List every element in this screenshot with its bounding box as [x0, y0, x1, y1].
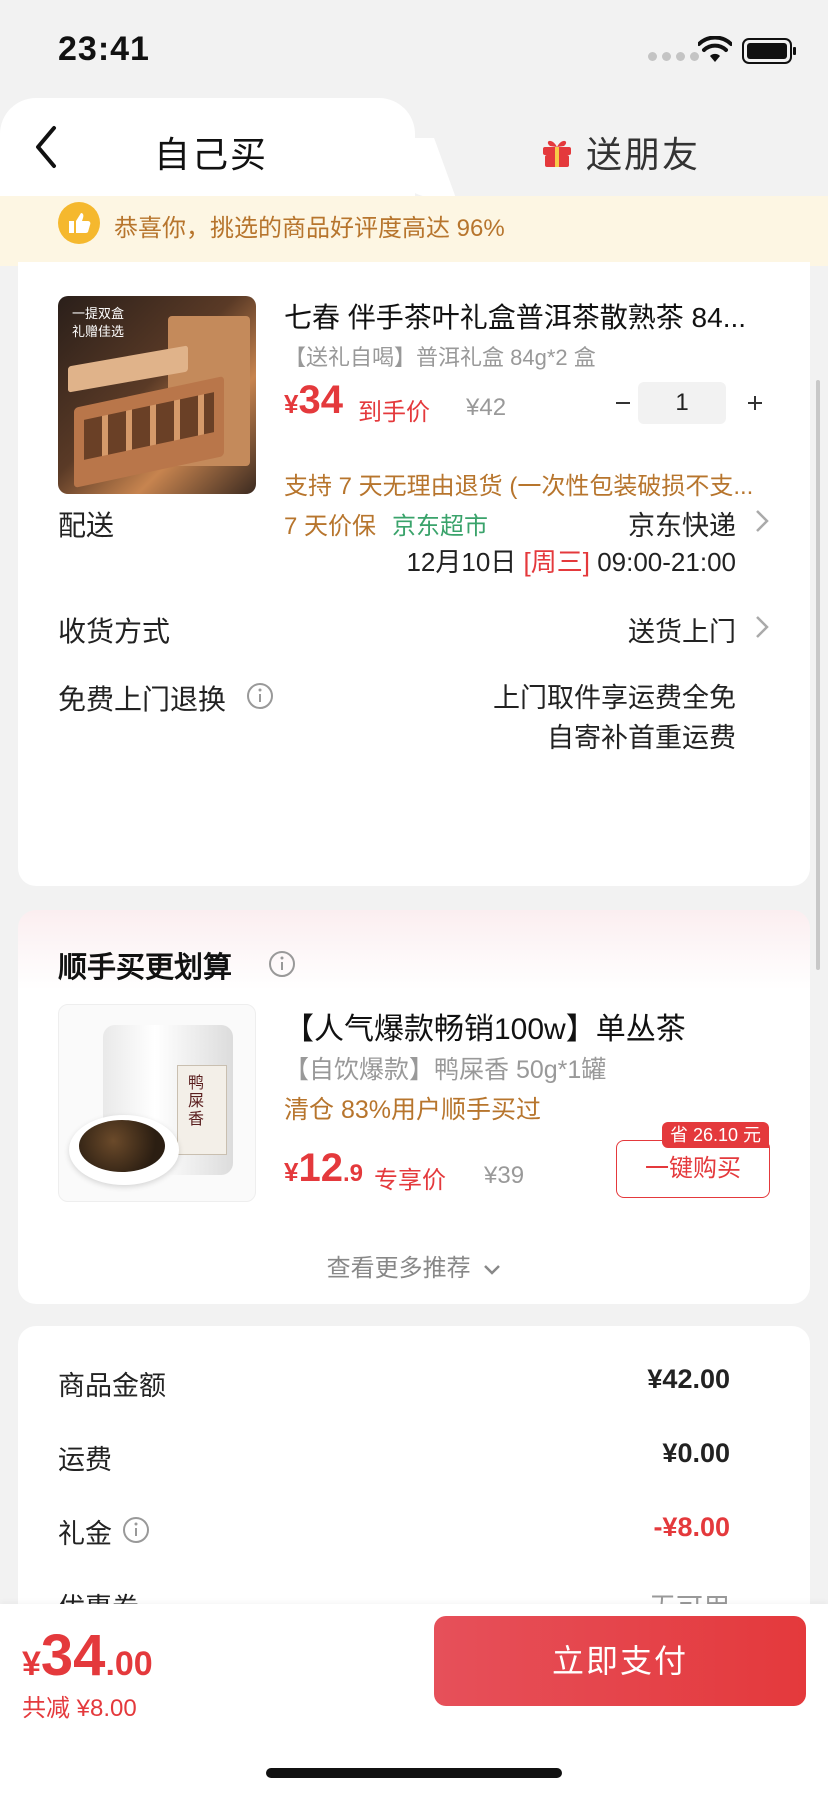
recommendation-image[interactable]: 鸭屎香	[58, 1004, 256, 1202]
return-service-line2: 自寄补首重运费	[547, 723, 736, 753]
rating-notice: 恭喜你，挑选的商品好评度高达 96%	[0, 196, 828, 266]
checkout-bar: ¥34.00 共减 ¥8.00 立即支付	[0, 1604, 828, 1793]
product-image[interactable]: 一提双盒 礼赠佳选	[58, 296, 256, 494]
product-spec: 【送礼自喝】普洱礼盒 84g*2 盒	[284, 345, 596, 370]
return-policy[interactable]: 支持 7 天无理由退货 (一次性包装破损不支...	[284, 466, 784, 501]
summary-value-shipping: ¥0.00	[662, 1438, 730, 1468]
price-protect-tag: 7 天价保	[284, 513, 377, 540]
info-icon[interactable]	[268, 950, 296, 978]
recommendation-item-title[interactable]: 【人气爆款畅销100w】单丛茶	[284, 1004, 686, 1048]
tab-friend-label: 送朋友	[586, 134, 701, 175]
chevron-down-icon	[484, 1265, 501, 1275]
image-label-text: 鸭屎香	[188, 1073, 205, 1128]
chevron-right-icon[interactable]	[754, 614, 770, 640]
store-tag: 京东超市	[392, 513, 488, 540]
summary-value-goods: ¥42.00	[647, 1364, 730, 1394]
tab-self-buy[interactable]: 自己买	[0, 98, 415, 198]
summary-card: 商品金额 ¥42.00 运费 ¥0.00 礼金 -¥8.00 优惠券 无可用	[18, 1326, 810, 1626]
status-bar: 23:41	[0, 0, 828, 100]
status-time: 23:41	[58, 30, 150, 68]
total-saved: 共减 ¥8.00	[22, 1695, 137, 1722]
product-image-caption: 一提双盒 礼赠佳选	[71, 307, 124, 340]
save-badge: 省 26.10 元	[662, 1122, 770, 1148]
summary-value-giftcash: -¥8.00	[653, 1512, 730, 1542]
delivery-carrier[interactable]: 京东快递	[628, 504, 736, 543]
product-title[interactable]: 七春 伴手茶叶礼盒普洱茶散熟茶 84...	[284, 296, 794, 336]
back-icon[interactable]	[32, 124, 62, 170]
summary-label-shipping: 运费	[58, 1445, 112, 1475]
return-service-line1: 上门取件享运费全免	[493, 683, 736, 713]
recommendation-item-spec: 【自饮爆款】鸭屎香 50g*1罐	[284, 1056, 607, 1084]
receive-value[interactable]: 送货上门	[628, 610, 736, 649]
plus-icon[interactable]	[740, 388, 770, 418]
price-label: 到手价	[358, 399, 430, 426]
order-card: 一提双盒 礼赠佳选 七春 伴手茶叶礼盒普洱茶散熟茶 84... 【送礼自喝】普洱…	[18, 262, 810, 886]
battery-icon	[742, 38, 796, 64]
wifi-icon	[698, 36, 732, 62]
exclusive-price-label: 专享价	[374, 1167, 446, 1194]
summary-label-goods: 商品金额	[58, 1371, 166, 1401]
pay-now-button[interactable]: 立即支付	[434, 1616, 806, 1706]
scrollbar[interactable]	[816, 380, 820, 970]
original-price: ¥42	[466, 394, 507, 421]
info-icon[interactable]	[246, 682, 274, 710]
summary-label-giftcash: 礼金	[58, 1519, 112, 1549]
quantity-input[interactable]: 1	[638, 382, 726, 424]
notice-text: 恭喜你，挑选的商品好评度高达 96%	[114, 215, 505, 242]
delivery-label: 配送	[58, 510, 115, 541]
recommendation-price: ¥12.9	[284, 1146, 363, 1190]
chevron-right-icon[interactable]	[754, 508, 770, 534]
minus-icon[interactable]	[608, 388, 638, 418]
recommendation-item-tag: 清仓 83%用户顺手买过	[284, 1096, 541, 1124]
tab-self-label: 自己买	[154, 134, 269, 175]
return-service-label: 免费上门退换	[58, 684, 227, 715]
thumb-up-icon	[58, 202, 100, 244]
delivery-time[interactable]: 12月10日 [周三] 09:00-21:00	[406, 542, 736, 579]
recommendation-title: 顺手买更划算	[58, 952, 233, 984]
recommendation-card: 顺手买更划算 鸭屎香 【人气爆款畅销100w】单丛茶 【自饮爆款】鸭屎香 50g…	[18, 910, 810, 1304]
signal-icon	[648, 52, 699, 61]
one-click-buy-button[interactable]: 一键购买	[616, 1140, 770, 1198]
home-indicator[interactable]	[266, 1768, 562, 1778]
gift-icon	[543, 140, 571, 167]
header: 自己买 送朋友	[0, 98, 828, 198]
product-price: ¥34	[284, 378, 343, 422]
receive-label: 收货方式	[58, 616, 171, 647]
more-recommendations-link[interactable]: 查看更多推荐	[18, 1248, 810, 1283]
recommendation-original-price: ¥39	[484, 1162, 525, 1189]
tab-send-friend[interactable]: 送朋友	[540, 126, 700, 178]
total-price: ¥34.00	[22, 1623, 153, 1688]
info-icon[interactable]	[122, 1516, 150, 1544]
